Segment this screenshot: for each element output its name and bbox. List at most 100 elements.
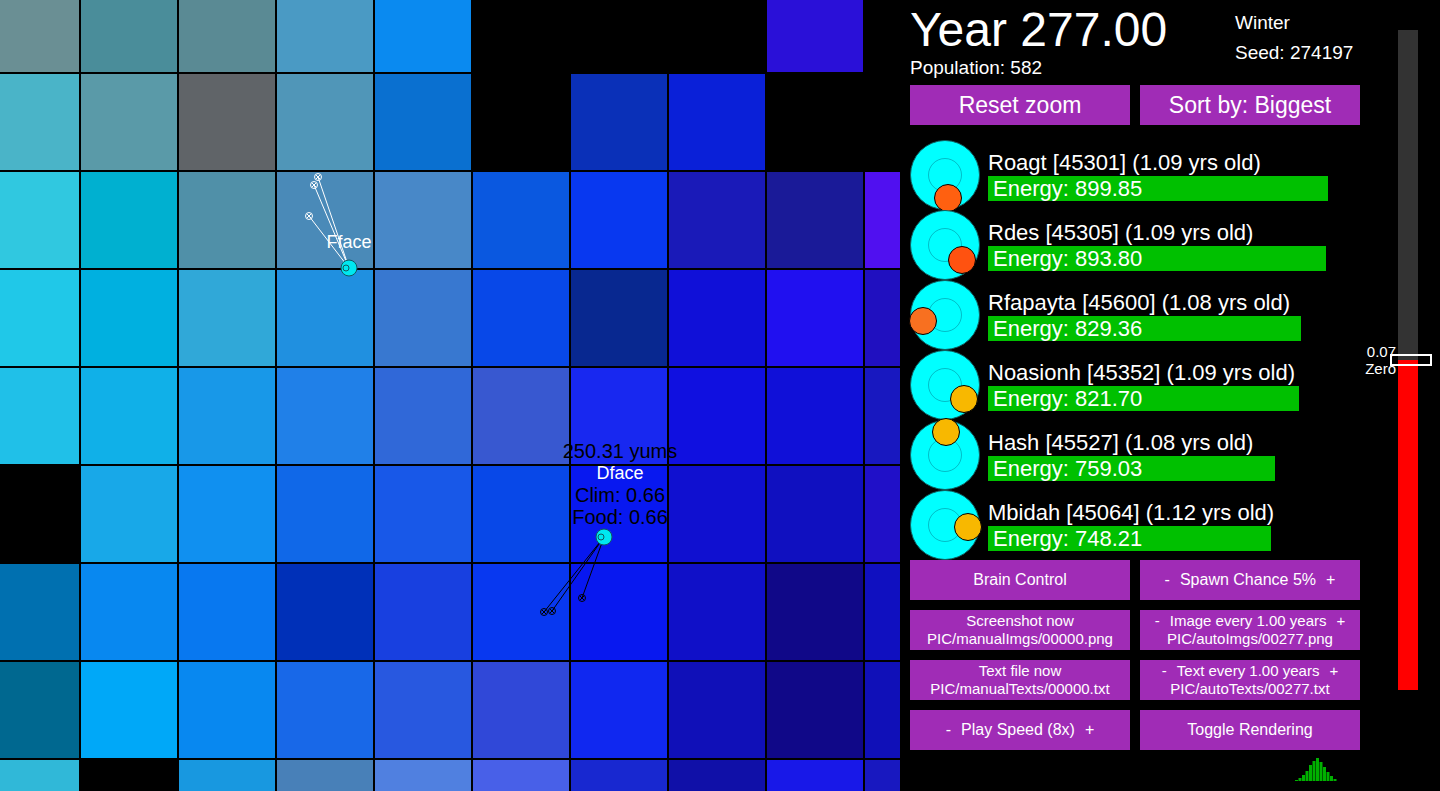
map-tile[interactable] — [0, 171, 80, 269]
map-tile[interactable] — [766, 73, 864, 171]
decrease-button[interactable]: - — [1165, 571, 1170, 589]
map-tile[interactable] — [374, 367, 472, 465]
map-tile[interactable] — [374, 661, 472, 759]
map-tile[interactable] — [668, 465, 766, 563]
map-tile[interactable] — [570, 73, 668, 171]
map-tile[interactable] — [472, 0, 570, 73]
map-tile[interactable] — [864, 759, 900, 791]
map-tile[interactable] — [276, 73, 374, 171]
map-tile[interactable] — [374, 465, 472, 563]
stepper-button[interactable]: -Spawn Chance 5%+ — [1140, 560, 1360, 600]
map-tile[interactable] — [80, 73, 178, 171]
map-tile[interactable] — [0, 661, 80, 759]
control-button[interactable]: Toggle Rendering — [1140, 710, 1360, 750]
control-button[interactable]: Text file nowPIC/manualTexts/00000.txt — [910, 660, 1130, 700]
map-tile[interactable] — [472, 73, 570, 171]
map-tile[interactable] — [178, 759, 276, 791]
stepper-button[interactable]: -Play Speed (8x)+ — [910, 710, 1130, 750]
map-tile[interactable] — [766, 367, 864, 465]
creature-row[interactable]: Rdes [45305] (1.09 yrs old)Energy: 893.8… — [910, 210, 1360, 280]
map-tile[interactable] — [668, 269, 766, 367]
map-tile[interactable] — [178, 563, 276, 661]
map-tile[interactable] — [0, 367, 80, 465]
map-tile[interactable] — [80, 563, 178, 661]
map-tile[interactable] — [0, 465, 80, 563]
map-tile[interactable] — [570, 269, 668, 367]
map-tile[interactable] — [276, 367, 374, 465]
map-tile[interactable] — [80, 171, 178, 269]
map-creature[interactable] — [306, 174, 358, 277]
control-button[interactable]: Brain Control — [910, 560, 1130, 600]
map-tile[interactable] — [80, 367, 178, 465]
map-tile[interactable] — [276, 563, 374, 661]
map-tile[interactable] — [668, 73, 766, 171]
map-tile[interactable] — [570, 0, 668, 73]
map-tile[interactable] — [766, 661, 864, 759]
map-tile[interactable] — [276, 171, 374, 269]
map-tile[interactable] — [178, 73, 276, 171]
map-tile[interactable] — [472, 171, 570, 269]
map-tile[interactable] — [276, 269, 374, 367]
map-tile[interactable] — [178, 465, 276, 563]
map-tile[interactable] — [570, 661, 668, 759]
map-tile[interactable] — [766, 0, 864, 73]
temperature-slider[interactable]: 0.07Zero — [1360, 0, 1440, 791]
map-tile[interactable] — [864, 269, 900, 367]
map-tile[interactable] — [0, 0, 80, 73]
map-tile[interactable] — [668, 563, 766, 661]
map-tile[interactable] — [472, 661, 570, 759]
increase-button[interactable]: + — [1326, 571, 1335, 589]
creature-row[interactable]: Rfapayta [45600] (1.08 yrs old)Energy: 8… — [910, 280, 1360, 350]
map-tile[interactable] — [178, 0, 276, 73]
creature-row[interactable]: Hash [45527] (1.08 yrs old)Energy: 759.0… — [910, 420, 1360, 490]
map-tile[interactable] — [374, 563, 472, 661]
map-tile[interactable] — [80, 759, 178, 791]
creature-row[interactable]: Noasionh [45352] (1.09 yrs old)Energy: 8… — [910, 350, 1360, 420]
map-tile[interactable] — [864, 367, 900, 465]
map-tile[interactable] — [864, 171, 900, 269]
map-tile[interactable] — [668, 661, 766, 759]
control-button[interactable]: Screenshot nowPIC/manualImgs/00000.png — [910, 610, 1130, 650]
map-tile[interactable] — [668, 367, 766, 465]
map-tile[interactable] — [766, 759, 864, 791]
increase-button[interactable]: + — [1329, 662, 1338, 680]
map-tile[interactable] — [178, 367, 276, 465]
map-tile[interactable] — [80, 465, 178, 563]
world-map[interactable]: Fface250.31 yumsDfaceClim: 0.66Food: 0.6… — [0, 0, 900, 791]
map-tile[interactable] — [374, 171, 472, 269]
map-tile[interactable] — [276, 661, 374, 759]
decrease-button[interactable]: - — [1162, 662, 1167, 680]
map-tile[interactable] — [80, 0, 178, 73]
map-tile[interactable] — [374, 73, 472, 171]
map-tile[interactable] — [0, 759, 80, 791]
map-tile[interactable] — [864, 73, 900, 171]
stepper-button[interactable]: -Image every 1.00 years+PIC/autoImgs/002… — [1140, 610, 1360, 650]
map-tile[interactable] — [374, 0, 472, 73]
increase-button[interactable]: + — [1336, 612, 1345, 630]
map-tile[interactable] — [668, 0, 766, 73]
top-button[interactable]: Sort by: Biggest — [1140, 85, 1360, 125]
creature-row[interactable]: Mbidah [45064] (1.12 yrs old)Energy: 748… — [910, 490, 1360, 560]
map-tile[interactable] — [668, 759, 766, 791]
decrease-button[interactable]: - — [1155, 612, 1160, 630]
map-tile[interactable] — [80, 661, 178, 759]
map-tile[interactable] — [668, 171, 766, 269]
map-tile[interactable] — [276, 465, 374, 563]
map-tile[interactable] — [80, 269, 178, 367]
map-tile[interactable] — [0, 563, 80, 661]
map-tile[interactable] — [178, 661, 276, 759]
map-tile[interactable] — [374, 759, 472, 791]
creature-row[interactable]: Roagt [45301] (1.09 yrs old)Energy: 899.… — [910, 140, 1360, 210]
map-tile[interactable] — [766, 269, 864, 367]
map-tile[interactable] — [0, 269, 80, 367]
map-tile[interactable] — [864, 465, 900, 563]
map-tile[interactable] — [570, 171, 668, 269]
map-tile[interactable] — [472, 465, 570, 563]
map-creature[interactable] — [541, 529, 613, 616]
map-tile[interactable] — [276, 759, 374, 791]
map-tile[interactable] — [0, 73, 80, 171]
map-tile[interactable] — [766, 563, 864, 661]
map-tile[interactable] — [570, 563, 668, 661]
decrease-button[interactable]: - — [946, 721, 951, 739]
map-tile[interactable] — [374, 269, 472, 367]
